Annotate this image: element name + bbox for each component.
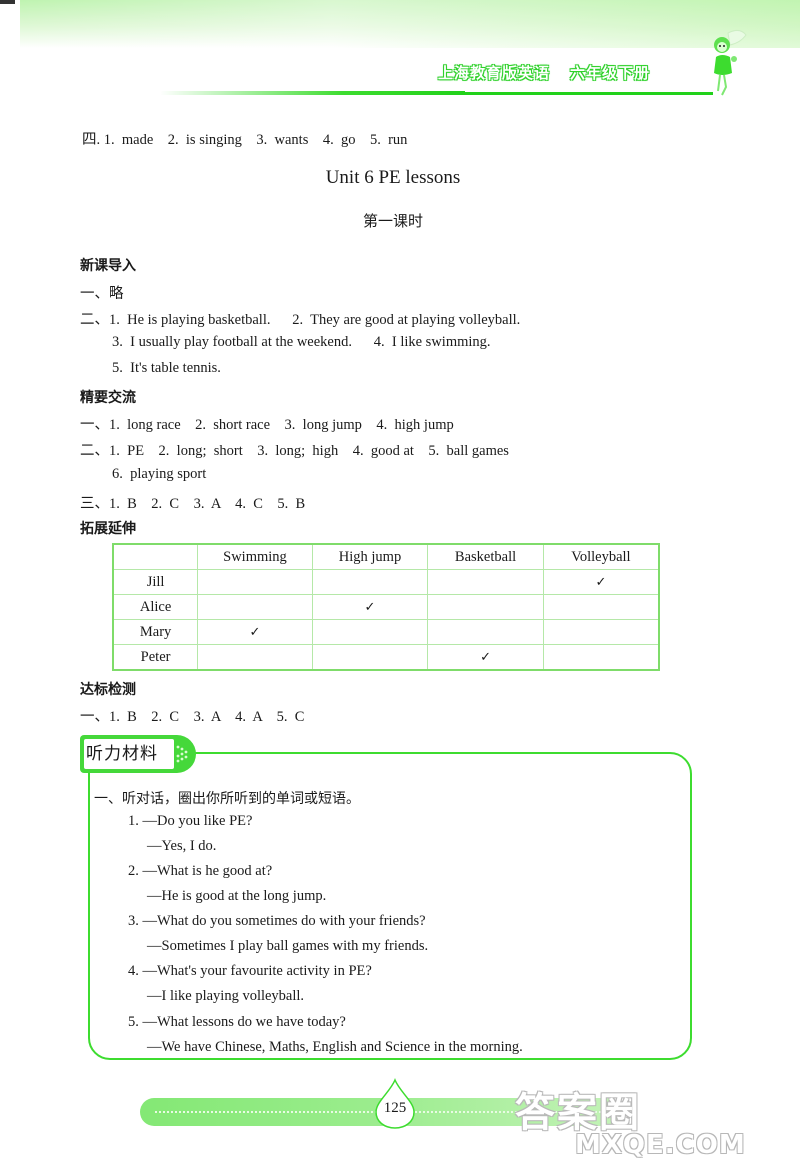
table-cell bbox=[197, 644, 313, 671]
listening-instruction: 一、听对话，圈出你所听到的单词或短语。 bbox=[94, 791, 360, 807]
exchange-answer-line: 6. playing sport bbox=[112, 466, 207, 482]
page-number: 125 bbox=[383, 1100, 407, 1116]
sports-table: Swimming High jump Basketball Volleyball… bbox=[112, 543, 660, 671]
exchange-answer-line: 一、1. long race 2. short race 3. long jum… bbox=[80, 417, 454, 433]
exchange-answer-line: 三、1. B 2. C 3. A 4. C 5. B bbox=[80, 496, 306, 512]
table-header-cell: High jump bbox=[311, 543, 429, 570]
chevron-right-icon bbox=[176, 745, 188, 763]
table-header-row: Swimming High jump Basketball Volleyball bbox=[112, 543, 660, 570]
intro-answer-line: 二、1. He is playing basketball. 2. They a… bbox=[80, 312, 521, 328]
lesson-title: 第一课时 bbox=[362, 212, 423, 230]
section-heading-extension: 拓展延伸 bbox=[80, 521, 136, 537]
table-cell bbox=[311, 644, 429, 671]
table-cell bbox=[311, 569, 429, 595]
previous-unit-answers: 四. 1. made 2. is singing 3. wants 4. go … bbox=[82, 132, 408, 148]
intro-answer-line: 5. It's table tennis. bbox=[112, 360, 221, 376]
table-row: Peter ✓ bbox=[112, 644, 660, 671]
header-rule-solid bbox=[465, 92, 713, 95]
dialogue-question: 3. —What do you sometimes do with your f… bbox=[128, 913, 426, 929]
listening-tab-label: 听力材料 bbox=[86, 744, 158, 764]
intro-answer-line: 3. I usually play football at the weeken… bbox=[112, 334, 491, 350]
intro-answer-line: 一、略 bbox=[80, 286, 124, 302]
row-name: Alice bbox=[112, 594, 199, 620]
fairy-mascot-icon bbox=[714, 29, 747, 96]
table-header-cell: Swimming bbox=[197, 543, 313, 570]
header-rule bbox=[160, 91, 465, 95]
book-title: 上海教育版英语 bbox=[438, 64, 551, 82]
exchange-answer-line: 二、1. PE 2. long; short 3. long; high 4. … bbox=[80, 443, 509, 459]
table-header-cell: Basketball bbox=[427, 543, 544, 570]
watermark-url: MXQE.COM bbox=[575, 1130, 746, 1160]
scan-corner-mark bbox=[0, 0, 15, 4]
row-name: Jill bbox=[112, 569, 199, 595]
table-cell: ✓ bbox=[427, 644, 544, 671]
unit-title: Unit 6 PE lessons bbox=[325, 167, 461, 188]
dialogue-answer: —We have Chinese, Maths, English and Sci… bbox=[147, 1039, 523, 1055]
dialogue-answer: —Yes, I do. bbox=[147, 838, 217, 854]
dialogue-answer: —I like playing volleyball. bbox=[147, 988, 305, 1004]
dialogue-answer: —Sometimes I play ball games with my fri… bbox=[147, 938, 429, 954]
table-cell bbox=[197, 594, 313, 620]
table-row: Mary ✓ bbox=[112, 619, 660, 645]
table-cell bbox=[427, 619, 544, 645]
section-heading-test: 达标检测 bbox=[80, 682, 136, 698]
dialogue-question: 1. —Do you like PE? bbox=[128, 813, 253, 829]
table-header-cell bbox=[112, 543, 199, 570]
table-cell bbox=[542, 644, 660, 671]
table-cell bbox=[197, 569, 313, 595]
test-answer-line: 一、1. B 2. C 3. A 4. A 5. C bbox=[80, 709, 305, 725]
header-title: 上海教育版英语 六年级下册 bbox=[438, 62, 650, 83]
table-cell: ✓ bbox=[197, 619, 313, 645]
section-heading-intro: 新课导入 bbox=[80, 258, 136, 274]
table-row: Alice ✓ bbox=[112, 594, 660, 620]
table-row: Jill ✓ bbox=[112, 569, 660, 595]
table-cell bbox=[542, 619, 660, 645]
table-cell bbox=[542, 594, 660, 620]
table-cell bbox=[427, 594, 544, 620]
table-cell bbox=[311, 619, 429, 645]
table-cell bbox=[427, 569, 544, 595]
table-header-cell: Volleyball bbox=[542, 543, 660, 570]
dialogue-question: 5. —What lessons do we have today? bbox=[128, 1014, 346, 1030]
grade-label: 六年级下册 bbox=[570, 64, 651, 82]
row-name: Mary bbox=[112, 619, 199, 645]
dialogue-answer: —He is good at the long jump. bbox=[147, 888, 327, 904]
table-cell: ✓ bbox=[542, 569, 660, 595]
section-heading-exchange: 精要交流 bbox=[80, 390, 136, 406]
table-cell: ✓ bbox=[311, 594, 429, 620]
dialogue-question: 4. —What's your favourite activity in PE… bbox=[128, 963, 372, 979]
dialogue-question: 2. —What is he good at? bbox=[128, 863, 273, 879]
header-gradient-band bbox=[20, 0, 800, 48]
row-name: Peter bbox=[112, 644, 199, 671]
